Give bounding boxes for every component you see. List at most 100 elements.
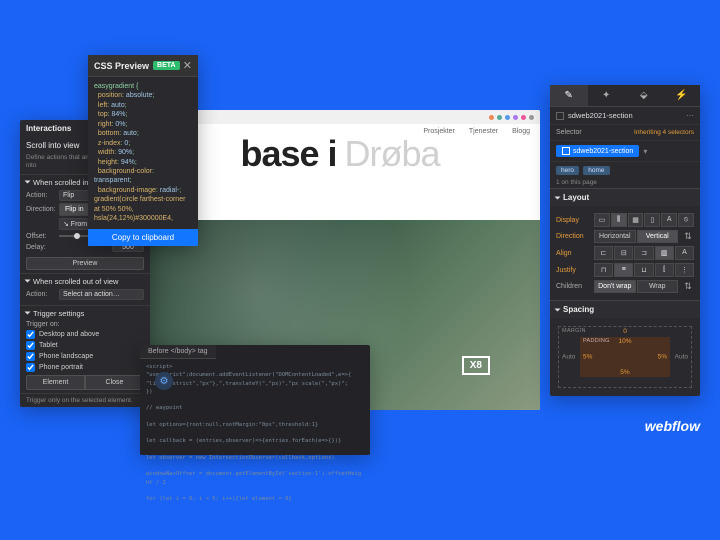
caret-icon — [555, 308, 561, 311]
margin-left[interactable]: Auto — [562, 354, 575, 361]
breakpoint-checkbox[interactable]: Desktop and above — [26, 330, 144, 339]
webflow-logo: webflow — [645, 418, 700, 434]
instance-count: 1 on this page — [550, 177, 700, 188]
margin-right[interactable]: Auto — [675, 354, 688, 361]
tab-indicator — [489, 115, 494, 120]
settings-badge-icon[interactable]: ⚙ — [155, 372, 173, 390]
beta-badge: BETA — [153, 61, 180, 70]
offset-label: Offset: — [26, 233, 56, 240]
preview-button[interactable]: Preview — [26, 257, 144, 270]
tab-indicator — [529, 115, 534, 120]
flip-in-tab[interactable]: Flip in — [59, 203, 90, 216]
display-label: Display — [556, 217, 590, 224]
style-tab-brush-icon[interactable]: ✎ — [550, 85, 588, 106]
style-tab-interactions-icon[interactable]: ⚡ — [663, 85, 701, 106]
style-panel: ✎ ✦ ⬙ ⚡ sdweb2021-section ⋯ Selector Inh… — [550, 85, 700, 396]
align-label: Align — [556, 250, 590, 257]
footnote: Trigger only on the selected element. — [20, 393, 150, 407]
justify-between-icon[interactable]: ⫿ — [655, 263, 674, 277]
padding-label: PADDING — [583, 338, 610, 344]
direction-label: Direction — [556, 233, 590, 240]
custom-code-panel: Before </body> tag <script> "use strict"… — [140, 345, 370, 455]
tab-indicator — [513, 115, 518, 120]
x8-badge: X8 — [462, 356, 490, 375]
delay-label: Delay: — [26, 244, 56, 251]
tab-indicator — [497, 115, 502, 120]
align-start-icon[interactable]: ⊏ — [594, 246, 613, 260]
breakpoint-checkbox[interactable]: Phone landscape — [26, 352, 144, 361]
more-icon[interactable]: ⋯ — [686, 111, 694, 120]
code-editor[interactable]: <script> "use strict";document.addEventL… — [140, 359, 370, 507]
caret-icon — [555, 196, 561, 199]
justify-end-icon[interactable]: ⊔ — [634, 263, 653, 277]
style-tab-settings-icon[interactable]: ✦ — [588, 85, 626, 106]
align-stretch-icon[interactable]: ▥ — [655, 246, 674, 260]
close-button[interactable]: Close — [85, 375, 144, 390]
inherit-info[interactable]: Inheriting 4 selectors — [634, 129, 694, 136]
padding-right[interactable]: 5% — [658, 354, 667, 361]
spacing-section-header[interactable]: Spacing — [550, 300, 700, 318]
align-end-icon[interactable]: ⊐ — [634, 246, 653, 260]
display-block-icon[interactable]: ▭ — [594, 213, 610, 227]
padding-left[interactable]: 5% — [583, 354, 592, 361]
padding-bottom[interactable]: 5% — [620, 369, 629, 376]
css-code-block: easygradient { position: absolute; left:… — [88, 77, 198, 229]
css-preview-panel: CSS Preview BETA ✕ easygradient { positi… — [88, 55, 198, 246]
panel-title: CSS Preview — [94, 61, 149, 71]
action-label: Action: — [26, 291, 56, 298]
close-icon[interactable]: ✕ — [183, 59, 192, 72]
direction-label: Direction: — [26, 206, 56, 213]
breakpoint-checkbox[interactable]: Tablet — [26, 341, 144, 350]
state-chip[interactable]: hero — [556, 166, 579, 175]
display-flex-icon[interactable]: ⫼ — [611, 213, 627, 227]
caret-icon — [25, 312, 31, 315]
selector-label: Selector — [556, 129, 630, 136]
hero-heading: base i Drøba — [140, 133, 540, 175]
justify-start-icon[interactable]: ⊓ — [594, 263, 613, 277]
direction-horizontal[interactable]: Horizontal — [594, 230, 636, 243]
display-buttons: ▭ ⫼ ▦ ▯ A ⦸ — [594, 213, 694, 227]
reverse-icon[interactable]: ⇅ — [682, 281, 694, 292]
caret-icon — [25, 181, 31, 184]
children-label: Children — [556, 283, 590, 290]
justify-label: Justify — [556, 267, 590, 274]
style-tab-effects-icon[interactable]: ⬙ — [625, 85, 663, 106]
layout-section-header[interactable]: Layout — [550, 188, 700, 206]
section-header[interactable]: Trigger settings — [26, 309, 144, 318]
section-header[interactable]: When scrolled out of view — [26, 277, 144, 286]
align-baseline-icon[interactable]: A — [675, 246, 694, 260]
tab-indicator — [521, 115, 526, 120]
trigger-on-label: Trigger on: — [26, 321, 144, 328]
element-button[interactable]: Element — [26, 375, 85, 390]
justify-around-icon[interactable]: ⋮ — [675, 263, 694, 277]
breadcrumb[interactable]: sdweb2021-section — [568, 111, 682, 120]
direction-vertical[interactable]: Vertical — [637, 230, 679, 243]
caret-icon — [25, 280, 31, 283]
element-icon — [556, 112, 564, 120]
selector-chip[interactable]: sdweb2021-section — [556, 145, 639, 157]
copy-to-clipboard-button[interactable]: Copy to clipboard — [88, 229, 198, 246]
display-grid-icon[interactable]: ▦ — [628, 213, 644, 227]
state-chip[interactable]: home — [583, 166, 609, 175]
nowrap-button[interactable]: Don't wrap — [594, 280, 636, 293]
chevron-down-icon[interactable]: ▾ — [643, 147, 647, 156]
action-label: Action: — [26, 192, 56, 199]
padding-top[interactable]: 10% — [618, 338, 631, 345]
reverse-icon[interactable]: ⇅ — [682, 231, 694, 242]
margin-label: MARGIN — [562, 328, 586, 334]
nav-link[interactable]: Blogg — [512, 128, 530, 135]
display-none-icon[interactable]: ⦸ — [678, 213, 694, 227]
tab-indicator — [505, 115, 510, 120]
spacing-editor[interactable]: MARGIN 0 Auto Auto PADDING 10% 5% 5% 5% — [558, 326, 692, 388]
browser-tabs — [140, 110, 540, 124]
justify-center-icon[interactable]: ≡ — [614, 263, 633, 277]
display-inline-icon[interactable]: A — [661, 213, 677, 227]
action-select[interactable]: Select an action… — [59, 289, 144, 300]
code-tab[interactable]: Before </body> tag — [140, 345, 216, 359]
breakpoint-checkbox[interactable]: Phone portrait — [26, 363, 144, 372]
align-center-icon[interactable]: ⊟ — [614, 246, 633, 260]
wrap-button[interactable]: Wrap — [637, 280, 679, 293]
nav-link[interactable]: Tjenester — [469, 128, 498, 135]
margin-top[interactable]: 0 — [623, 328, 627, 335]
display-inline-block-icon[interactable]: ▯ — [644, 213, 660, 227]
